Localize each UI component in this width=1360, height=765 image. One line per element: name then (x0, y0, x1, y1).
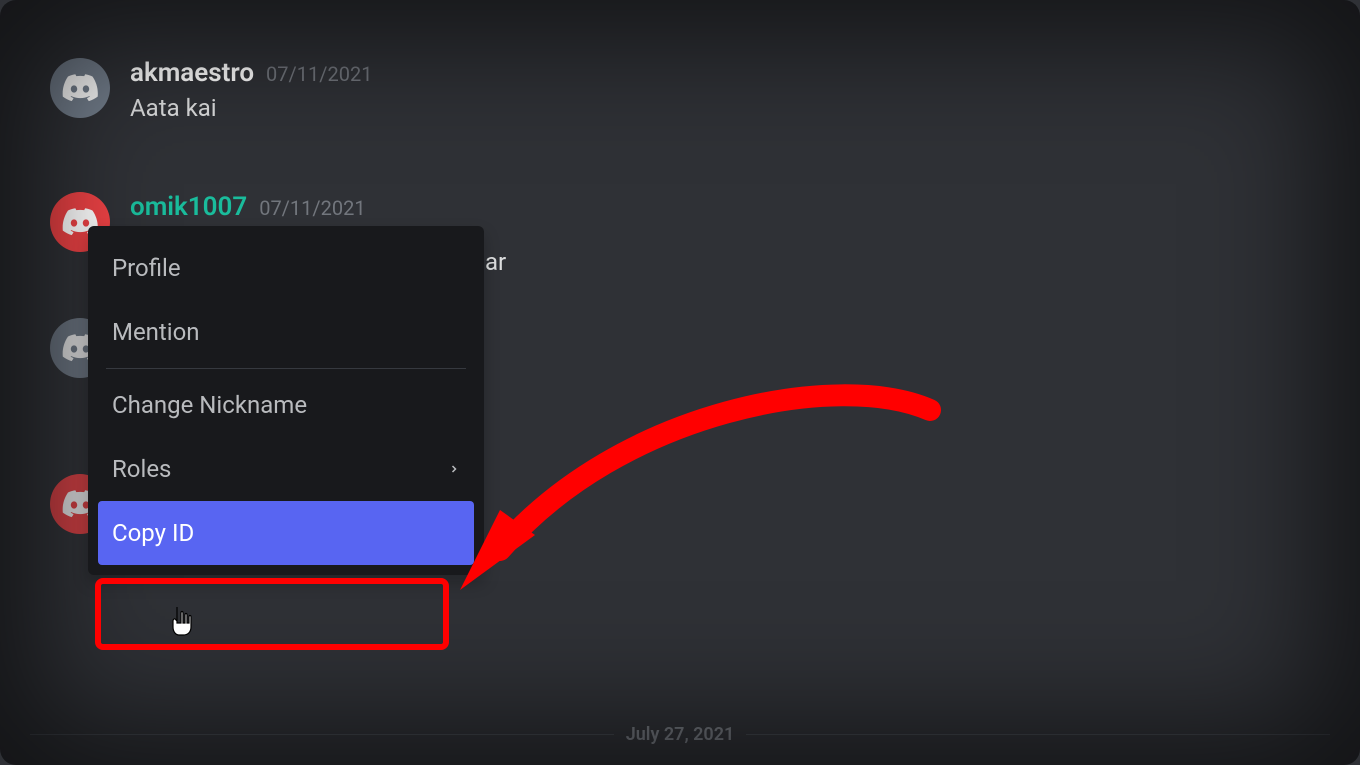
divider-line (746, 734, 1330, 735)
message: akmaestro 07/11/2021 Aata kai (0, 50, 1360, 134)
menu-item-change-nickname[interactable]: Change Nickname (98, 373, 474, 437)
message-header: omik1007 07/11/2021 (130, 192, 1360, 222)
avatar[interactable] (50, 58, 110, 118)
discord-logo-icon (62, 74, 98, 102)
menu-item-copy-id[interactable]: Copy ID (98, 501, 474, 565)
menu-item-label: Change Nickname (112, 391, 307, 419)
message-timestamp: 07/11/2021 (266, 62, 372, 86)
message-timestamp: 07/11/2021 (259, 196, 365, 220)
menu-item-label: Mention (112, 318, 200, 346)
menu-item-roles[interactable]: Roles (98, 437, 474, 501)
chevron-right-icon (448, 463, 460, 475)
date-divider-label: July 27, 2021 (614, 724, 747, 745)
partial-message-text: ar (485, 248, 506, 276)
message-header: akmaestro 07/11/2021 (130, 58, 1360, 88)
date-divider: July 27, 2021 (0, 724, 1360, 745)
menu-item-label: Copy ID (112, 519, 194, 547)
menu-item-label: Roles (112, 455, 171, 483)
annotation-highlight-box (95, 578, 449, 650)
menu-item-mention[interactable]: Mention (98, 300, 474, 364)
menu-item-profile[interactable]: Profile (98, 236, 474, 300)
user-context-menu: Profile Mention Change Nickname Roles Co… (88, 226, 484, 575)
menu-divider (106, 368, 466, 369)
message-text: Aata kai (130, 92, 1360, 126)
menu-item-label: Profile (112, 254, 181, 282)
cursor-pointer-icon (168, 605, 196, 637)
username[interactable]: akmaestro (130, 58, 254, 88)
username[interactable]: omik1007 (130, 192, 247, 222)
divider-line (30, 734, 614, 735)
message-content: akmaestro 07/11/2021 Aata kai (130, 58, 1360, 126)
